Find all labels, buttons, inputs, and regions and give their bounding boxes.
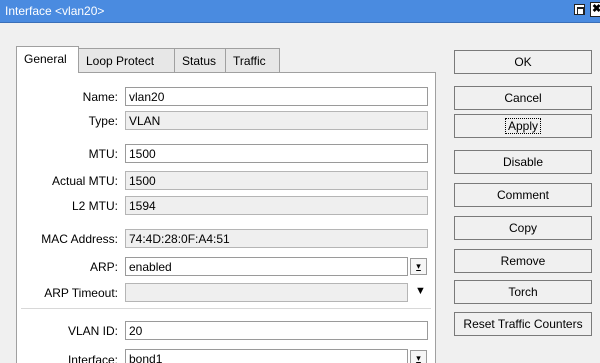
- interface-window: Interface <vlan20> ✖ General Loop Protec…: [0, 0, 600, 363]
- tab-general[interactable]: General: [16, 46, 79, 73]
- restore-icon[interactable]: [574, 4, 585, 15]
- type-label: Type:: [88, 114, 118, 128]
- comment-button[interactable]: Comment: [454, 183, 592, 207]
- l2-mtu-label: L2 MTU:: [71, 199, 118, 213]
- title-bar[interactable]: Interface <vlan20> ✖: [0, 0, 600, 23]
- apply-button-label: Apply: [504, 118, 542, 134]
- ok-button-label: OK: [514, 55, 532, 69]
- arp-dropdown-icon[interactable]: ▾̲: [410, 258, 427, 275]
- mac-address-label: MAC Address:: [41, 232, 118, 246]
- type-field: VLAN: [125, 111, 428, 130]
- tab-loop-protect[interactable]: Loop Protect: [78, 48, 175, 72]
- interface-label: Interface:: [67, 353, 118, 363]
- reset-traffic-counters-button[interactable]: Reset Traffic Counters: [454, 312, 592, 336]
- vlan-id-label: VLAN ID:: [67, 324, 118, 338]
- copy-button[interactable]: Copy: [454, 216, 592, 240]
- actual-mtu-field: 1500: [125, 171, 428, 190]
- arp-timeout-field[interactable]: [125, 283, 408, 302]
- name-input[interactable]: vlan20: [125, 87, 428, 106]
- apply-button[interactable]: Apply: [454, 114, 592, 138]
- remove-button-label: Remove: [500, 254, 546, 268]
- mtu-input[interactable]: 1500: [125, 144, 428, 163]
- disable-button-label: Disable: [502, 155, 544, 169]
- interface-dropdown-icon[interactable]: ▾̲: [410, 350, 427, 363]
- cancel-button-label: Cancel: [504, 91, 542, 105]
- actual-mtu-label: Actual MTU:: [51, 174, 118, 188]
- tab-status[interactable]: Status: [174, 48, 226, 72]
- arp-timeout-label: ARP Timeout:: [44, 286, 118, 300]
- remove-button[interactable]: Remove: [454, 249, 592, 273]
- torch-button-label: Torch: [508, 285, 538, 299]
- section-divider: [21, 308, 431, 309]
- general-panel: Name: vlan20 Type: VLAN MTU: 1500 Actual…: [16, 72, 436, 363]
- comment-button-label: Comment: [496, 188, 549, 202]
- arp-label: ARP:: [89, 260, 118, 274]
- interface-select[interactable]: bond1: [125, 349, 408, 363]
- window-title: Interface <vlan20>: [5, 4, 105, 18]
- vlan-id-input[interactable]: 20: [125, 321, 428, 340]
- close-icon[interactable]: ✖: [590, 2, 600, 17]
- mtu-label: MTU:: [88, 147, 118, 161]
- cancel-button[interactable]: Cancel: [454, 86, 592, 110]
- torch-button[interactable]: Torch: [454, 280, 592, 304]
- disable-button[interactable]: Disable: [454, 150, 592, 174]
- mac-address-field: 74:4D:28:0F:A4:51: [125, 229, 428, 248]
- arp-select[interactable]: enabled: [125, 257, 408, 276]
- ok-button[interactable]: OK: [454, 50, 592, 74]
- copy-button-label: Copy: [508, 221, 537, 235]
- name-label: Name:: [82, 90, 118, 104]
- tab-traffic[interactable]: Traffic: [225, 48, 280, 72]
- l2-mtu-field: 1594: [125, 196, 428, 215]
- arp-timeout-dropdown-icon[interactable]: ▼: [415, 285, 426, 297]
- reset-traffic-counters-label: Reset Traffic Counters: [463, 317, 583, 331]
